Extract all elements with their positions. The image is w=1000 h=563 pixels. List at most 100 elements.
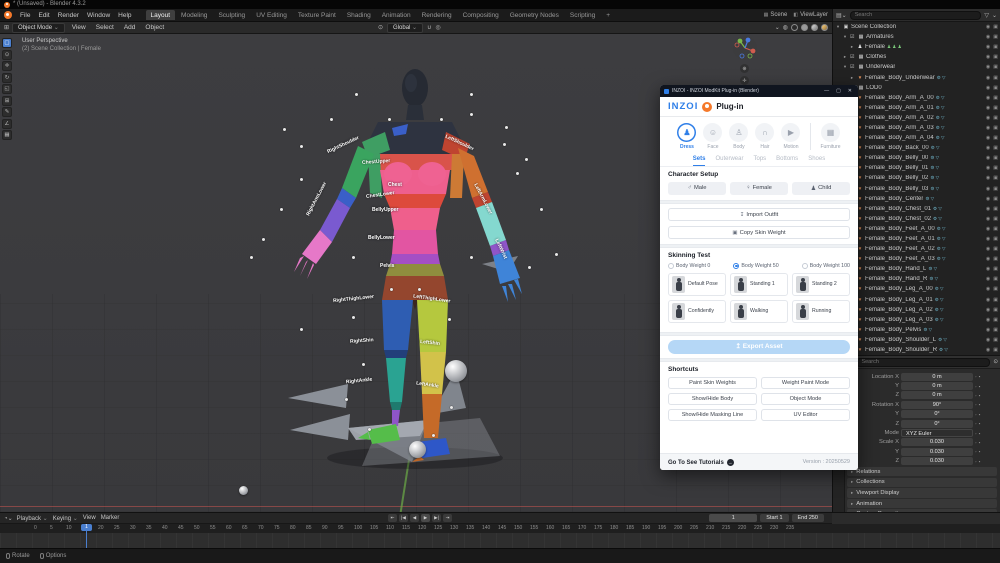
mode-select[interactable]: Object Mode — [12, 23, 65, 33]
workspace-tab[interactable]: Modeling — [176, 10, 212, 20]
render-visibility-icon[interactable]: ▣ — [993, 337, 998, 343]
outliner-item[interactable]: Female_Body_Shoulder_L ◉▣ — [833, 335, 1000, 345]
outliner-item[interactable]: Female_Body_Belly_02 ◉▣ — [833, 173, 1000, 183]
render-visibility-icon[interactable]: ▣ — [993, 297, 998, 303]
viewlayer-selector[interactable]: ◧ViewLayer — [793, 12, 828, 18]
window-titlebar[interactable]: * (Unsaved) - Blender 4.3.2 — [0, 0, 1000, 9]
shortcut-button[interactable]: Paint Skin Weights — [668, 377, 757, 389]
collapsed-panel[interactable]: ▸ Relations — [847, 467, 997, 476]
workspace-tab[interactable]: Texture Paint — [293, 10, 341, 20]
menu-item[interactable]: Render — [54, 11, 83, 20]
animate-icon[interactable]: ◦ — [975, 393, 977, 398]
add-cube-tool[interactable]: ▦ — [2, 130, 12, 140]
timeline-menu[interactable]: Marker — [101, 515, 120, 522]
menu-item[interactable]: Window — [83, 11, 114, 20]
outliner-item[interactable]: LOD0 ◉▣ — [833, 83, 1000, 93]
outliner-item[interactable]: Female_Body_Leg_A_03 ◉▣ — [833, 315, 1000, 325]
hide-icon[interactable]: ◉ — [986, 236, 990, 242]
body-weight-radio[interactable]: Body Weight 50 — [733, 263, 778, 269]
render-visibility-icon[interactable]: ▣ — [993, 266, 998, 272]
current-frame-field[interactable]: 1 — [709, 514, 757, 522]
outliner-options-icon[interactable]: ⌄ — [992, 12, 997, 19]
measure-tool[interactable]: ∠ — [2, 119, 12, 129]
outliner-item[interactable]: Female_Body_Arm_A_03 ◉▣ — [833, 123, 1000, 133]
rendered-shading-icon[interactable] — [821, 24, 828, 31]
solid-shading-icon[interactable] — [801, 24, 808, 31]
workspace-tab[interactable]: UV Editing — [251, 10, 292, 20]
render-visibility-icon[interactable]: ▣ — [993, 317, 998, 323]
transform-pivot-icon[interactable]: ⊙ — [378, 24, 383, 31]
render-visibility-icon[interactable]: ▣ — [993, 186, 998, 192]
hide-icon[interactable]: ◉ — [986, 54, 990, 60]
workspace-tab[interactable]: Geometry Nodes — [505, 10, 564, 20]
scale-tool[interactable]: ◱ — [2, 84, 12, 94]
jump-to-end-button[interactable]: ⇥ — [443, 514, 452, 522]
decorator-icon[interactable]: ▪ — [979, 459, 981, 464]
render-visibility-icon[interactable]: ▣ — [993, 75, 998, 81]
collection-checkbox-icon[interactable] — [850, 64, 856, 70]
hide-icon[interactable]: ◉ — [986, 327, 990, 333]
transform-tool[interactable]: ⊞ — [2, 96, 12, 106]
collapsed-panel[interactable]: ▸ Collections — [847, 478, 997, 487]
outliner-item[interactable]: Female_Body_Arm_A_04 ◉▣ — [833, 133, 1000, 143]
hide-icon[interactable]: ◉ — [986, 145, 990, 151]
show-gizmo-icon[interactable]: ⌄ — [775, 24, 780, 31]
animate-icon[interactable]: ◦ — [975, 384, 977, 389]
hide-icon[interactable]: ◉ — [986, 276, 990, 282]
outliner-item[interactable]: Female_Body_Leg_A_01 ◉▣ — [833, 295, 1000, 305]
value-field[interactable]: 0 m — [901, 391, 973, 399]
category-motion[interactable]: ▶ Motion — [781, 123, 800, 150]
hide-icon[interactable]: ◉ — [986, 125, 990, 131]
hide-icon[interactable]: ◉ — [986, 246, 990, 252]
animate-icon[interactable]: ◦ — [975, 374, 977, 379]
editor-type-icon[interactable]: ⊞ — [4, 24, 9, 31]
start-frame-field[interactable]: Start 1 — [760, 514, 788, 522]
hide-icon[interactable]: ◉ — [986, 256, 990, 262]
select-box-tool[interactable]: ▢ — [2, 38, 12, 48]
render-visibility-icon[interactable]: ▣ — [993, 165, 998, 171]
shortcut-button[interactable]: Object Mode — [761, 393, 850, 405]
render-visibility-icon[interactable]: ▣ — [993, 24, 998, 30]
bone-sphere[interactable] — [409, 441, 426, 458]
hide-icon[interactable]: ◉ — [986, 347, 990, 353]
render-visibility-icon[interactable]: ▣ — [993, 44, 998, 50]
decorator-icon[interactable]: ▪ — [979, 440, 981, 445]
render-visibility-icon[interactable]: ▣ — [993, 145, 998, 151]
next-keyframe-button[interactable]: ▶| — [432, 514, 441, 522]
outliner-item[interactable]: Female_Body_Belly_00 ◉▣ — [833, 153, 1000, 163]
render-visibility-icon[interactable]: ▣ — [993, 236, 998, 242]
render-visibility-icon[interactable]: ▣ — [993, 206, 998, 212]
animate-icon[interactable]: ◦ — [975, 449, 977, 454]
annotate-tool[interactable]: ✎ — [2, 107, 12, 117]
render-visibility-icon[interactable]: ▣ — [993, 196, 998, 202]
render-visibility-icon[interactable]: ▣ — [993, 135, 998, 141]
value-field[interactable]: 0 m — [901, 373, 973, 381]
body-weight-radio[interactable]: Body Weight 0 — [668, 263, 710, 269]
hide-icon[interactable]: ◉ — [986, 135, 990, 141]
timeline-menu[interactable]: Playback — [17, 515, 48, 522]
value-field[interactable]: 0.030 — [901, 457, 973, 465]
shortcut-button[interactable]: UV Editor — [761, 409, 850, 421]
hide-icon[interactable]: ◉ — [986, 115, 990, 121]
outliner-item[interactable]: Female_Body_Belly_03 ◉▣ — [833, 184, 1000, 194]
workspace-tab[interactable]: Rendering — [417, 10, 457, 20]
render-visibility-icon[interactable]: ▣ — [993, 155, 998, 161]
expander-icon[interactable] — [842, 64, 848, 70]
viewport-menu[interactable]: Object — [141, 23, 168, 32]
hide-icon[interactable]: ◉ — [986, 337, 990, 343]
outliner-item[interactable]: Female_Body_Feet_A_00 ◉▣ — [833, 224, 1000, 234]
value-field[interactable]: 90° — [901, 401, 973, 409]
pose-button[interactable]: Standing 2 — [792, 273, 850, 296]
hide-icon[interactable]: ◉ — [986, 286, 990, 292]
bone-sphere[interactable] — [445, 360, 467, 382]
shortcut-button[interactable]: Show/Hide Masking Line — [668, 409, 757, 421]
hide-icon[interactable]: ◉ — [986, 95, 990, 101]
timeline-editor-icon[interactable]: ◔⌄ — [4, 515, 13, 522]
collection-checkbox-icon[interactable] — [850, 34, 856, 40]
expander-icon[interactable] — [842, 54, 848, 60]
outliner-item[interactable]: Female_Body_Leg_A_00 ◉▣ — [833, 284, 1000, 294]
outliner-item[interactable]: Female_Body_Hand_R ◉▣ — [833, 274, 1000, 284]
value-field[interactable]: 0.030 — [901, 438, 973, 446]
plugin-tab[interactable]: Bottoms — [776, 156, 798, 166]
hide-icon[interactable]: ◉ — [986, 186, 990, 192]
